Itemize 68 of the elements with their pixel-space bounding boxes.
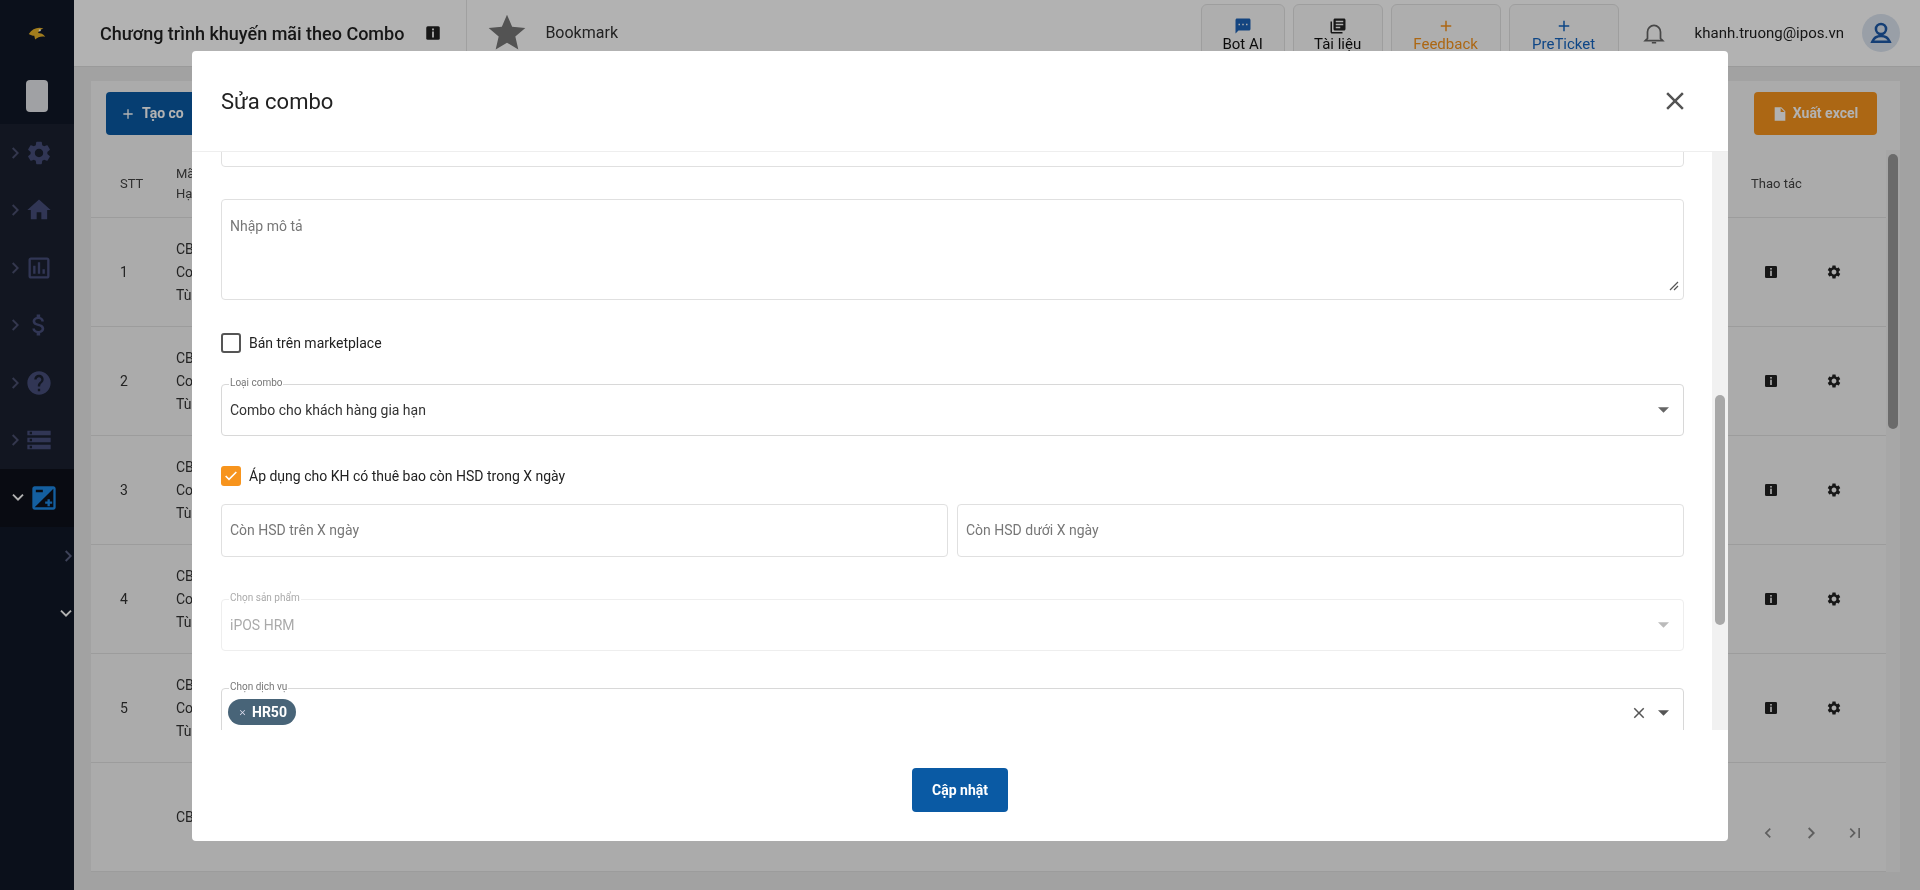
field-label: Chọn sản phẩm bbox=[229, 592, 301, 604]
table-cell-text: 1 bbox=[120, 262, 128, 282]
chevron-right-icon[interactable] bbox=[1808, 827, 1815, 839]
avatar-icon[interactable] bbox=[1862, 14, 1900, 52]
description-field[interactable]: Nhập mô tả bbox=[221, 199, 1684, 300]
settings-icon[interactable] bbox=[1826, 482, 1842, 498]
update-button[interactable]: Cập nhật bbox=[912, 768, 1008, 812]
settings-icon[interactable] bbox=[1826, 700, 1842, 716]
table-cell-text: Co bbox=[176, 371, 194, 391]
table-cell-text: 4 bbox=[120, 589, 128, 609]
settings-icon[interactable] bbox=[1826, 264, 1842, 280]
user-email: khanh.truong@ipos.vn bbox=[1694, 22, 1844, 44]
chevron-down-icon bbox=[60, 610, 72, 617]
column-header: Hạ bbox=[176, 184, 193, 203]
column-header: Thao tác bbox=[1751, 174, 1802, 193]
table-cell-text: Tù bbox=[176, 394, 192, 414]
chevron-right-icon bbox=[12, 204, 19, 217]
input-field[interactable]: Còn HSD trên X ngày bbox=[221, 504, 948, 557]
scrollbar-thumb[interactable] bbox=[1715, 395, 1725, 625]
checkbox-label: Áp dụng cho KH có thuê bao còn HSD trong X ngày bbox=[249, 466, 566, 486]
remove-icon bbox=[238, 707, 247, 717]
caret-down-icon[interactable] bbox=[1658, 710, 1669, 716]
page-title: Chương trình khuyến mãi theo Combo bbox=[100, 21, 405, 46]
settings-icon[interactable] bbox=[1826, 591, 1842, 607]
help-icon bbox=[25, 368, 53, 397]
table-cell-text: Tù bbox=[176, 612, 192, 632]
bookmark-label: Bookmark bbox=[545, 22, 618, 44]
table-cell-text: Co bbox=[176, 589, 194, 609]
chevron-right-icon bbox=[12, 319, 19, 332]
checkbox[interactable] bbox=[221, 466, 241, 486]
file-icon bbox=[1772, 105, 1787, 122]
field-label: Chọn dịch vụ bbox=[229, 681, 289, 693]
table-cell-text: Co bbox=[176, 480, 194, 500]
chevron-right-icon bbox=[12, 146, 19, 159]
sidebar-item[interactable] bbox=[0, 469, 74, 527]
info-icon[interactable] bbox=[1763, 373, 1779, 389]
service-chip[interactable]: HR50 bbox=[228, 699, 296, 725]
checkbox[interactable] bbox=[221, 333, 241, 353]
field-label: Loại combo bbox=[229, 377, 284, 389]
info-icon bbox=[424, 24, 443, 42]
resize-handle-icon bbox=[1669, 281, 1679, 291]
input-field[interactable]: Còn HSD dưới X ngày bbox=[957, 504, 1684, 557]
table-cell-text: Co bbox=[176, 262, 194, 282]
table-cell-text: Tù bbox=[176, 503, 192, 523]
table-cell-text: Tù bbox=[176, 285, 192, 305]
chat-icon bbox=[1233, 17, 1252, 35]
chevron-right-icon bbox=[12, 434, 19, 447]
chevron-down-icon bbox=[12, 494, 24, 502]
caret-down-icon bbox=[1658, 407, 1669, 413]
documents-icon bbox=[1328, 17, 1347, 35]
chevron-right-icon bbox=[65, 549, 72, 562]
checkbox-label: Bán trên marketplace bbox=[249, 333, 382, 353]
scrollbar-thumb[interactable] bbox=[1888, 154, 1898, 429]
chevron-right-icon bbox=[12, 376, 19, 389]
chevron-right-icon bbox=[12, 261, 19, 274]
table-cell-text: Co bbox=[176, 698, 194, 718]
table-cell-text: 3 bbox=[120, 480, 128, 500]
info-icon[interactable] bbox=[1763, 482, 1779, 498]
table-cell-text: Tù bbox=[176, 721, 192, 741]
table-cell-text: 5 bbox=[120, 698, 128, 718]
app-switch-tab[interactable] bbox=[26, 80, 48, 112]
info-icon[interactable] bbox=[1763, 700, 1779, 716]
info-icon[interactable] bbox=[1763, 264, 1779, 280]
info-icon[interactable] bbox=[1763, 591, 1779, 607]
settings-icon[interactable] bbox=[1826, 373, 1842, 389]
column-header: STT bbox=[120, 174, 144, 193]
table-cell-text: 2 bbox=[120, 371, 128, 391]
caret-down-icon bbox=[1658, 622, 1669, 628]
